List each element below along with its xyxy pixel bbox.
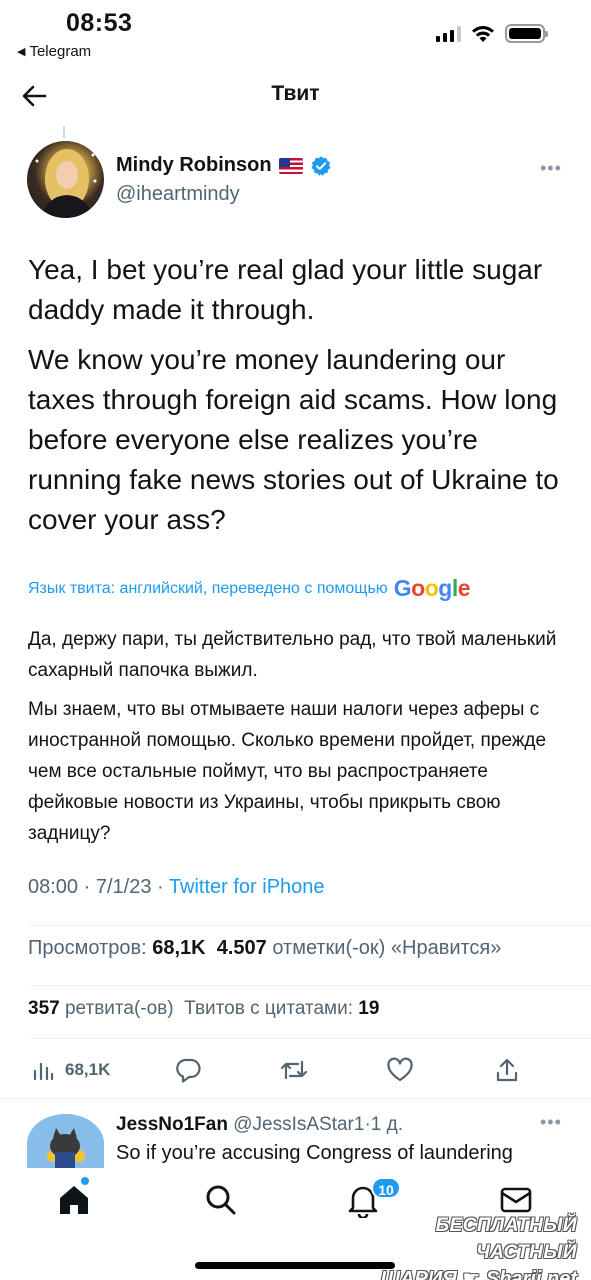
share-button[interactable] [493,1050,521,1090]
author-handle[interactable]: @iheartmindy [116,183,240,206]
retweet-icon [280,1060,308,1080]
views-action-count: 68,1K [65,1060,111,1079]
back-app-label: Telegram [29,43,92,60]
tweet-meta: 08:00 · 7/1/23 · Twitter for iPhone [28,876,325,898]
reply-more-options-icon[interactable]: ••• [540,1112,562,1133]
tweet-paragraph: Yea, I bet you’re real glad your little … [28,254,543,325]
pointing-hand-icon: ☛ [462,1268,481,1280]
status-icons [436,24,548,43]
more-options-icon[interactable]: ••• [540,158,562,179]
home-icon[interactable] [56,1182,92,1218]
google-logo: Google [393,575,471,601]
wifi-icon [472,26,494,42]
reply-avatar-image [27,1114,104,1174]
translation-attribution[interactable]: Язык твита: английский, переведено с пом… [28,575,573,602]
heart-icon [387,1057,413,1082]
likes-label[interactable]: отметки(-ок) «Нравится» [272,937,501,959]
watermark-line1: БЕСПЛАТНЫЙ ЧАСТНЫЙ [435,1215,577,1263]
back-to-telegram[interactable]: ◀ Telegram [17,43,91,60]
tweet-actions: 68,1K [0,1050,591,1090]
status-time: 08:53 [66,9,133,37]
analytics-icon [33,1062,54,1081]
cellular-signal-icon [436,25,461,42]
views-button[interactable]: 68,1K [31,1050,110,1090]
status-bar: 08:53 ◀ Telegram [0,0,591,62]
reply-author-handle: @JessIsAStar1 [233,1114,365,1135]
retweet-stats: 357 ретвита(-ов) Твитов с цитатами: 19 [28,998,379,1020]
nav-header: Твит [0,70,591,122]
us-flag-icon [278,157,303,174]
reply-button[interactable] [174,1050,202,1090]
engagement-stats: Просмотров: 68,1K 4.507 отметки(-ок) «Нр… [28,937,502,959]
retweet-button[interactable] [279,1050,309,1090]
likes-count[interactable]: 4.507 [217,937,267,959]
translation-paragraph: Да, держу пари, ты действительно рад, чт… [28,629,557,681]
translated-label: Язык твита: английский, переведено с пом… [28,579,388,597]
author-name: Mindy Robinson [116,154,272,176]
notifications-badge: 10 [371,1177,401,1199]
divider [28,1038,591,1039]
author-name-row[interactable]: Mindy Robinson [116,154,332,177]
divider [28,925,591,926]
tweet-paragraph: We know you’re money laundering our taxe… [28,344,559,535]
retweets-label[interactable]: ретвита(-ов) [65,998,174,1019]
verified-badge-icon [311,155,330,176]
tweet-source-link[interactable]: Twitter for iPhone [169,876,325,898]
battery-icon [505,24,548,43]
divider [28,985,591,986]
divider [0,1098,591,1099]
reply-time: 1 д. [370,1114,403,1135]
like-button[interactable] [386,1050,414,1090]
translated-text: Да, держу пари, ты действительно рад, чт… [28,624,568,857]
back-triangle-icon: ◀ [17,46,26,58]
avatar[interactable] [27,141,104,218]
search-icon[interactable] [203,1182,239,1218]
translation-paragraph: Мы знаем, что вы отмываете наши налоги ч… [28,699,547,844]
share-icon [496,1058,518,1082]
retweets-count[interactable]: 357 [28,998,60,1019]
reply-author-name: JessNo1Fan [116,1114,228,1135]
reply-author-row[interactable]: JessNo1Fan @JessIsAStar1·1 д. [116,1114,403,1136]
home-new-dot [81,1177,89,1185]
page-title: Твит [271,82,320,105]
reply-avatar[interactable] [27,1114,104,1174]
quotes-label[interactable]: Твитов с цитатами: [184,998,353,1019]
watermark: БЕСПЛАТНЫЙ ЧАСТНЫЙ ШАРИЯ ☛ Sharij.net [355,1212,577,1280]
avatar-image [35,149,97,218]
reply-text[interactable]: So if you’re accusing Congress of launde… [116,1142,566,1166]
home-indicator [195,1262,395,1269]
tweet-time: 08:00 [28,876,79,898]
views-count: 68,1K [152,937,206,959]
thread-line [63,126,65,138]
reply-icon [176,1058,201,1083]
tweet-date: 7/1/23 [95,876,152,898]
quotes-count[interactable]: 19 [358,998,379,1019]
tweet-text: Yea, I bet you’re real glad your little … [28,250,573,550]
